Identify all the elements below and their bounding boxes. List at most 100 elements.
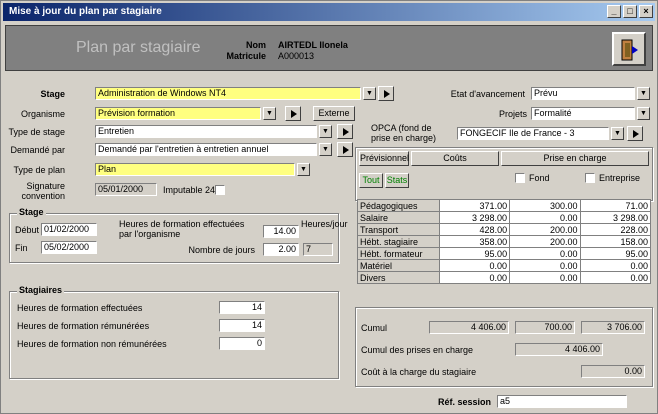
imputable-checkbox[interactable] (215, 185, 225, 195)
cost-entreprise-cell[interactable]: 0.00 (579, 259, 652, 272)
cost-row: Hébt. formateur 95.00 0.00 95.00 (357, 247, 652, 260)
cout-stagiaire-label: Coût à la charge du stagiaire (361, 367, 477, 377)
etat-dropdown-icon[interactable]: ▼ (637, 87, 650, 100)
prevision-column-header: Prévisionnel (359, 151, 409, 166)
nombre-jours-field[interactable]: 2.00 (263, 243, 299, 256)
cost-cout-cell[interactable]: 358.00 (438, 235, 511, 248)
opca-label: OPCA (fond de prise en charge) (371, 123, 437, 143)
projets-field[interactable]: Formalité (531, 107, 635, 120)
nom-value: AIRTEDL Ilonela (278, 40, 348, 50)
fond-label: Fond (529, 173, 550, 183)
opca-go-button[interactable] (627, 126, 643, 141)
entreprise-checkbox[interactable] (585, 173, 595, 183)
demande-field[interactable]: Demandé par l'entretien à entretien annu… (95, 143, 317, 156)
cost-row: Matériel 0.00 0.00 0.00 (357, 259, 652, 272)
cost-cout-cell[interactable]: 0.00 (438, 271, 511, 284)
page-title: Plan par stagiaire (76, 39, 201, 56)
minimize-button[interactable]: _ (607, 5, 621, 18)
cumul-prises-field: 4 406.00 (515, 343, 603, 356)
cumul-label: Cumul (361, 323, 388, 333)
cost-fond-cell[interactable]: 200.00 (509, 223, 581, 236)
cost-entreprise-cell[interactable]: 71.00 (579, 199, 652, 212)
etat-field[interactable]: Prévu (531, 87, 635, 100)
entreprise-label: Entreprise (599, 173, 641, 183)
type-stage-field[interactable]: Entretien (95, 125, 317, 138)
stats-button[interactable]: Stats (385, 173, 409, 188)
cost-table: Pédagogiques 371.00 300.00 71.00 Salaire 3 29… (357, 199, 652, 284)
cost-entreprise-cell[interactable]: 158.00 (579, 235, 652, 248)
cost-entreprise-cell[interactable]: 0.00 (579, 271, 652, 284)
cout-stagiaire-field: 0.00 (581, 365, 645, 378)
cost-cout-cell[interactable]: 95.00 (438, 247, 511, 260)
cost-entreprise-cell[interactable]: 3 298.00 (579, 211, 652, 224)
opca-dropdown-icon[interactable]: ▼ (611, 127, 624, 140)
heures-jour-field[interactable]: 7 (303, 243, 333, 256)
cost-cout-cell[interactable]: 428.00 (438, 223, 511, 236)
prise-column-header: Prise en charge (501, 151, 649, 166)
demande-go-button[interactable] (337, 142, 353, 157)
cost-row-label: Hébt. stagiaire (357, 235, 440, 248)
header-panel: Plan par stagiaire Nom AIRTEDL Ilonela M… (5, 25, 653, 71)
cost-row: Transport 428.00 200.00 228.00 (357, 223, 652, 236)
stagiaires-row-value[interactable]: 14 (219, 319, 265, 332)
nombre-jours-label: Nombre de jours (188, 245, 255, 255)
type-stage-dropdown-icon[interactable]: ▼ (319, 125, 332, 138)
cost-fond-cell[interactable]: 200.00 (509, 235, 581, 248)
matricule-value: A000013 (278, 51, 315, 61)
session-field[interactable]: a5 (497, 395, 627, 408)
main-window: Mise à jour du plan par stagiaire _ □ × … (0, 0, 658, 414)
stagiaires-row-value[interactable]: 0 (219, 337, 265, 350)
cost-cout-cell[interactable]: 0.00 (438, 259, 511, 272)
stagiaires-row-label: Heures de formation non rémunérées (17, 339, 167, 349)
demande-label: Demandé par (10, 145, 65, 155)
opca-field[interactable]: FONGECIF Ile de France - 3 (457, 127, 609, 140)
cost-row-label: Hébt. formateur (357, 247, 440, 260)
fin-field[interactable]: 05/02/2000 (41, 241, 97, 254)
heures-field[interactable]: 14.00 (263, 225, 299, 238)
cost-row-label: Transport (357, 223, 440, 236)
stagiaires-row-value[interactable]: 14 (219, 301, 265, 314)
cost-fond-cell[interactable]: 0.00 (509, 247, 581, 260)
organisme-go-button[interactable] (285, 106, 301, 121)
signature-label: Signature convention (21, 181, 65, 201)
cost-row-label: Pédagogiques (357, 199, 440, 212)
cost-entreprise-cell[interactable]: 228.00 (579, 223, 652, 236)
cost-cout-cell[interactable]: 3 298.00 (438, 211, 511, 224)
signature-field[interactable]: 05/01/2000 (95, 183, 157, 196)
type-plan-field[interactable]: Plan (95, 163, 295, 176)
close-button[interactable]: × (639, 5, 653, 18)
stage-field[interactable]: Administration de Windows NT4 (95, 87, 361, 100)
externe-button[interactable]: Externe (313, 106, 355, 121)
projets-label: Projets (498, 109, 527, 119)
cumul-entreprise-field: 3 706.00 (581, 321, 645, 334)
organisme-field[interactable]: Prévision formation (95, 107, 261, 120)
type-plan-dropdown-icon[interactable]: ▼ (297, 163, 310, 176)
debut-label: Début (15, 225, 40, 235)
cost-fond-cell[interactable]: 0.00 (509, 211, 581, 224)
type-stage-go-button[interactable] (337, 124, 353, 139)
stagiaires-row-label: Heures de formation effectuées (17, 303, 143, 313)
nom-label: Nom (246, 40, 266, 50)
stage-go-button[interactable] (378, 86, 394, 101)
exit-door-icon (621, 39, 638, 61)
projets-dropdown-icon[interactable]: ▼ (637, 107, 650, 120)
fond-checkbox[interactable] (515, 173, 525, 183)
heures-jour-label: Heures/jour (301, 219, 348, 229)
debut-field[interactable]: 01/02/2000 (41, 223, 97, 236)
type-plan-label: Type de plan (13, 165, 65, 175)
cost-fond-cell[interactable]: 300.00 (509, 199, 581, 212)
tout-button[interactable]: Tout (359, 173, 383, 188)
organisme-dropdown-icon[interactable]: ▼ (263, 107, 276, 120)
exit-button[interactable] (612, 32, 646, 66)
cost-fond-cell[interactable]: 0.00 (509, 271, 581, 284)
cost-row: Hébt. stagiaire 358.00 200.00 158.00 (357, 235, 652, 248)
cumul-cout-field: 4 406.00 (429, 321, 509, 334)
cumul-prises-label: Cumul des prises en charge (361, 345, 474, 355)
maximize-button[interactable]: □ (623, 5, 637, 18)
stage-dropdown-icon[interactable]: ▼ (363, 87, 376, 100)
cost-entreprise-cell[interactable]: 95.00 (579, 247, 652, 260)
stagiaires-group-title: Stagiaires (17, 285, 65, 295)
demande-dropdown-icon[interactable]: ▼ (319, 143, 332, 156)
cost-cout-cell[interactable]: 371.00 (438, 199, 511, 212)
cost-fond-cell[interactable]: 0.00 (509, 259, 581, 272)
